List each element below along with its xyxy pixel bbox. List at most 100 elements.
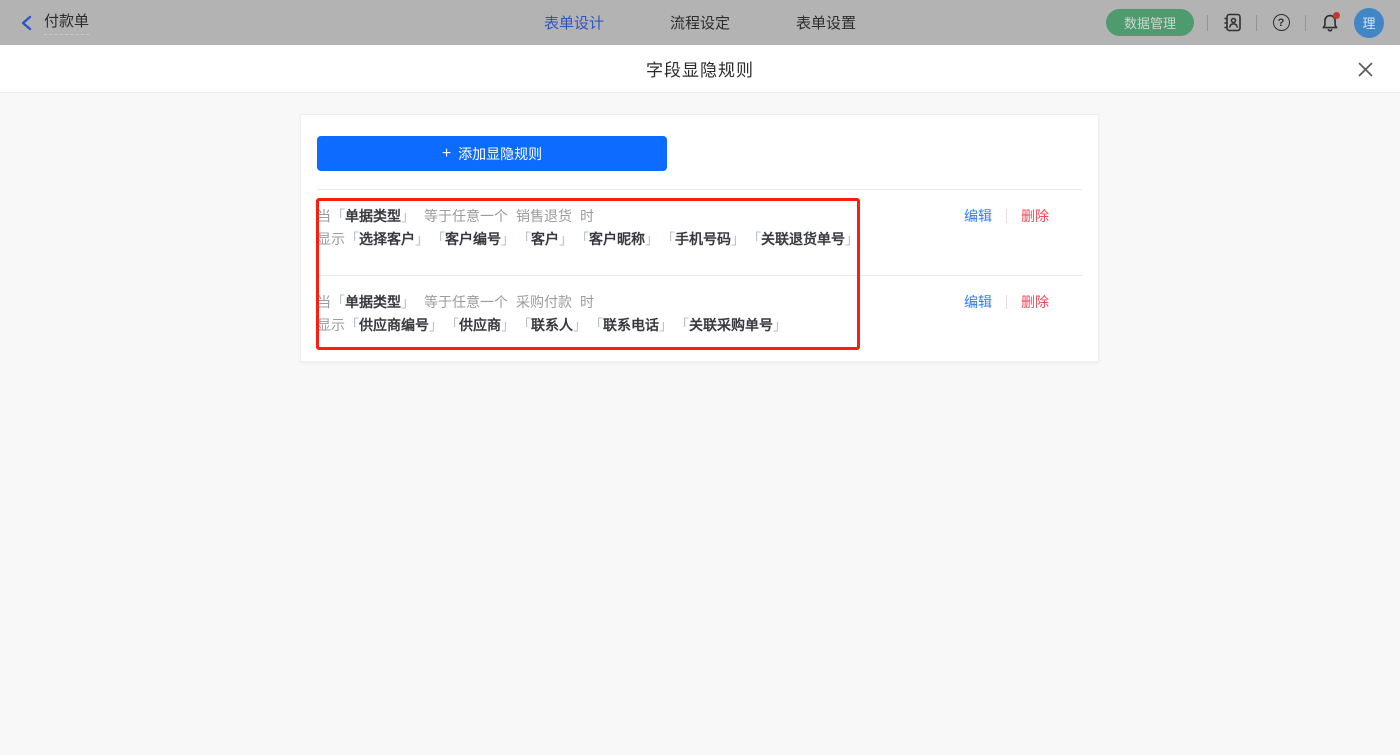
shown-field: 「供应商」 [452,317,515,333]
plus-icon: + [442,146,451,162]
screen: 付款单 表单设计 流程设定 表单设置 数据管理 ? [0,0,1400,755]
condition-operator: 等于任意一个 [424,294,508,310]
edit-rule-link[interactable]: 编辑 [964,292,992,312]
user-avatar[interactable]: 理 [1354,8,1384,38]
data-manage-button[interactable]: 数据管理 [1106,9,1194,36]
condition-value: 销售退货 [516,208,572,224]
chevron-left-icon [20,15,34,31]
modal-titlebar: 字段显隐规则 [0,45,1400,93]
shown-field: 「联系人」 [524,317,587,333]
bracket-close: 」 [559,231,573,247]
bracket-close: 」 [731,231,745,247]
bracket-close: 」 [773,317,787,333]
rules-list: 当「单据类型」等于任意一个销售退货时显示「选择客户」「客户编号」「客户」「客户昵… [317,190,1082,361]
notification-bell-icon[interactable] [1319,12,1341,34]
shown-field: 「供应商编号」 [345,317,443,333]
bracket-open: 「 [754,231,761,247]
field-label: 供应商编号 [359,317,429,333]
field-label: 关联采购单号 [689,317,773,333]
rule-actions: 编辑 删除 [964,206,1049,226]
bracket-open: 「 [682,317,689,333]
contacts-book-icon[interactable] [1221,12,1243,34]
condition-value: 采购付款 [516,294,572,310]
edit-rule-link[interactable]: 编辑 [964,206,992,226]
modal-title: 字段显隐规则 [646,56,754,81]
shown-field: 「联系电话」 [596,317,673,333]
bracket-open: 「 [596,317,603,333]
rules-card: + 添加显隐规则 当「单据类型」等于任意一个销售退货时显示「选择客户」「客户编号… [300,114,1099,362]
divider [1256,15,1257,31]
bracket-close: 」 [415,231,429,247]
field-label: 关联退货单号 [761,231,845,247]
bracket-close: 」 [659,317,673,333]
condition-field: 「单据类型」 [331,294,415,310]
add-rule-label: 添加显隐规则 [458,144,542,164]
rule-condition-line: 当「单据类型」等于任意一个销售退货时 [317,205,822,228]
rule-row: 当「单据类型」等于任意一个采购付款时显示「供应商编号」「供应商」「联系人」「联系… [317,275,1082,361]
help-glyph: ? [1273,14,1290,31]
tab-form-settings[interactable]: 表单设置 [796,12,856,33]
back-button[interactable] [20,15,34,31]
condition-operator: 等于任意一个 [424,208,508,224]
shown-field: 「关联退货单号」 [754,231,859,247]
bracket-close: 」 [573,317,587,333]
rule-show-line: 显示「供应商编号」「供应商」「联系人」「联系电话」「关联采购单号」 [317,314,822,337]
modal-body: + 添加显隐规则 当「单据类型」等于任意一个销售退货时显示「选择客户」「客户编号… [0,93,1400,755]
divider [1207,15,1208,31]
rule-actions: 编辑 删除 [964,292,1049,312]
shown-field: 「关联采购单号」 [682,317,787,333]
bracket-close: 」 [501,317,515,333]
bracket-open: 「 [345,317,359,333]
delete-rule-link[interactable]: 删除 [1021,292,1049,312]
bracket-open: 「 [452,317,459,333]
field-label: 客户 [531,231,559,247]
condition-suffix: 时 [580,208,594,224]
bracket-open: 「 [438,231,445,247]
help-icon[interactable]: ? [1270,12,1292,34]
bracket-open: 「 [668,231,675,247]
bracket-close: 」 [645,231,659,247]
rule-row: 当「单据类型」等于任意一个销售退货时显示「选择客户」「客户编号」「客户」「客户昵… [317,190,1082,275]
notification-badge [1333,12,1340,19]
rule-show-line: 显示「选择客户」「客户编号」「客户」「客户昵称」「手机号码」「关联退货单号」 [317,228,822,251]
field-label: 选择客户 [359,231,415,247]
form-title[interactable]: 付款单 [44,10,89,35]
tab-form-design[interactable]: 表单设计 [544,12,604,33]
divider [1006,295,1007,309]
field-label: 单据类型 [345,294,401,310]
condition-suffix: 时 [580,294,594,310]
bracket-open: 「 [524,317,531,333]
bracket-open: 「 [331,208,345,224]
contacts-book-glyph [1222,12,1243,33]
bracket-open: 「 [524,231,531,247]
tab-process-settings[interactable]: 流程设定 [670,12,730,33]
field-label: 客户昵称 [589,231,645,247]
field-label: 联系电话 [603,317,659,333]
shown-field: 「手机号码」 [668,231,745,247]
shown-field: 「客户编号」 [438,231,515,247]
field-label: 供应商 [459,317,501,333]
shown-field: 「选择客户」 [345,231,429,247]
bracket-close: 」 [845,231,859,247]
header-tabs: 表单设计 流程设定 表单设置 [544,0,856,45]
bracket-close: 」 [401,208,415,224]
add-rule-button[interactable]: + 添加显隐规则 [317,136,667,171]
field-label: 联系人 [531,317,573,333]
bracket-open: 「 [582,231,589,247]
field-label: 手机号码 [675,231,731,247]
close-icon[interactable] [1354,58,1376,80]
rule-condition-line: 当「单据类型」等于任意一个采购付款时 [317,291,822,314]
delete-rule-link[interactable]: 删除 [1021,206,1049,226]
divider [1006,209,1007,223]
condition-prefix: 当 [317,208,331,224]
bracket-open: 「 [331,294,345,310]
bracket-close: 」 [429,317,443,333]
bracket-close: 」 [401,294,415,310]
show-label: 显示 [317,317,345,333]
show-label: 显示 [317,231,345,247]
field-label: 单据类型 [345,208,401,224]
condition-field: 「单据类型」 [331,208,415,224]
bracket-open: 「 [345,231,359,247]
header-right: 数据管理 ? [1106,0,1384,45]
divider [1305,15,1306,31]
